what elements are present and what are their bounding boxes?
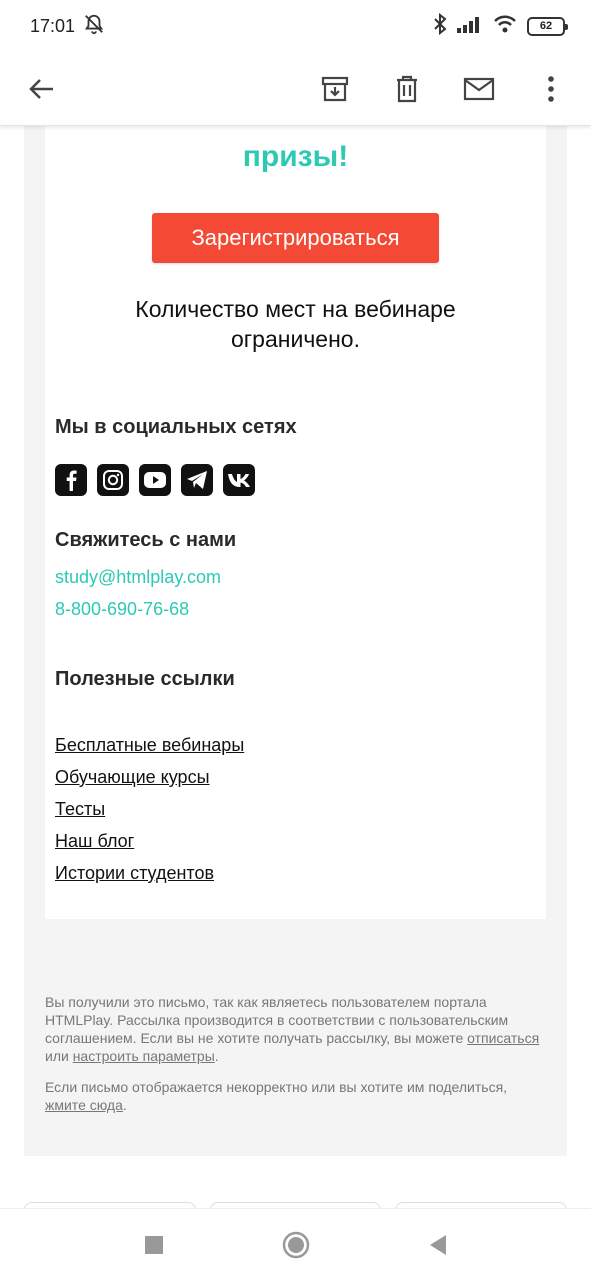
triangle-back-icon xyxy=(429,1234,446,1255)
facebook-icon[interactable] xyxy=(55,464,87,496)
register-button[interactable]: Зарегистрироваться xyxy=(152,213,439,263)
app-bar-actions xyxy=(319,73,567,105)
more-options-button[interactable] xyxy=(535,73,567,105)
unsubscribe-link[interactable]: отписаться xyxy=(467,1030,539,1046)
muted-bell-icon xyxy=(83,13,105,40)
prizes-heading: призы! xyxy=(242,140,349,173)
back-button[interactable] xyxy=(26,73,58,105)
useful-links-title: Полезные ссылки xyxy=(55,668,235,690)
mail-icon xyxy=(463,77,495,100)
limited-seats-text: Количество мест на вебинаре ограничено. xyxy=(135,296,456,352)
battery-indicator: 62 xyxy=(527,16,568,36)
vk-icon[interactable] xyxy=(223,464,255,496)
footer-notice-or: или xyxy=(45,1048,73,1064)
square-icon xyxy=(144,1235,163,1254)
wifi-icon xyxy=(493,15,517,38)
settings-link[interactable]: настроить параметры xyxy=(73,1048,215,1064)
contact-title: Свяжитесь с нами xyxy=(55,529,237,551)
more-vert-icon xyxy=(548,75,554,102)
circle-icon xyxy=(282,1231,309,1258)
link-tests[interactable]: Тесты xyxy=(55,799,105,820)
recents-button[interactable] xyxy=(139,1230,169,1260)
bluetooth-icon xyxy=(433,12,447,40)
social-icons-row xyxy=(55,464,255,496)
footer-notice-end: . xyxy=(214,1048,219,1064)
footer-view-online: Если письмо отображается некорректно или… xyxy=(45,1078,545,1114)
back-nav-button[interactable] xyxy=(423,1230,453,1260)
home-button[interactable] xyxy=(281,1230,311,1260)
link-student-stories[interactable]: Истории студентов xyxy=(55,863,214,884)
click-here-link[interactable]: жмите сюда xyxy=(45,1097,123,1113)
footer-notice-text: Вы получили это письмо, так как являетес… xyxy=(45,994,509,1046)
archive-icon xyxy=(321,76,349,101)
arrow-left-icon xyxy=(29,78,53,99)
trash-icon xyxy=(397,75,417,102)
footer-notice: Вы получили это письмо, так как являетес… xyxy=(45,993,545,1065)
status-left: 17:01 xyxy=(30,13,105,40)
status-time: 17:01 xyxy=(30,15,76,36)
youtube-icon[interactable] xyxy=(139,464,171,496)
telegram-icon[interactable] xyxy=(181,464,213,496)
instagram-icon[interactable] xyxy=(97,464,129,496)
delete-button[interactable] xyxy=(391,73,423,105)
link-blog[interactable]: Наш блог xyxy=(55,831,134,852)
footer-view-online-end: . xyxy=(122,1097,127,1113)
status-bar: 17:01 62 xyxy=(0,0,591,52)
system-nav-bar xyxy=(0,1208,591,1280)
email-scroll-area[interactable]: призы! Зарегистрироваться Количество мес… xyxy=(0,126,591,1208)
mark-unread-button[interactable] xyxy=(463,73,495,105)
social-title: Мы в социальных сетях xyxy=(55,416,297,438)
status-right: 62 xyxy=(433,12,568,40)
email-wrapper: призы! Зарегистрироваться Количество мес… xyxy=(24,126,567,1156)
link-free-webinars[interactable]: Бесплатные вебинары xyxy=(55,735,244,756)
contact-phone-link[interactable]: 8-800-690-76-68 xyxy=(55,599,189,620)
email-card: призы! Зарегистрироваться Количество мес… xyxy=(45,126,546,919)
link-courses[interactable]: Обучающие курсы xyxy=(55,767,210,788)
app-bar xyxy=(0,52,591,126)
archive-button[interactable] xyxy=(319,73,351,105)
signal-icon xyxy=(457,15,483,38)
footer-view-online-text: Если письмо отображается некорректно или… xyxy=(45,1079,508,1095)
contact-email-link[interactable]: study@htmlplay.com xyxy=(55,567,221,588)
